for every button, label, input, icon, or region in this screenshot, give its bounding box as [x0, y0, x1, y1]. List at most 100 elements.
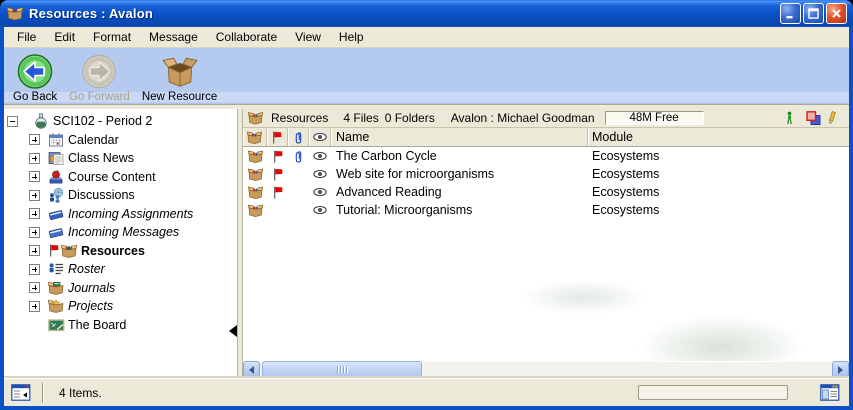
- column-name-label: Name: [336, 130, 369, 144]
- tree-item-calendar[interactable]: Calendar: [4, 131, 237, 150]
- expand-icon[interactable]: [29, 208, 40, 219]
- column-flag[interactable]: [267, 128, 288, 146]
- tree-item-resources[interactable]: Resources: [4, 242, 237, 261]
- file-module: Ecosystems: [588, 183, 849, 201]
- eye-icon[interactable]: [313, 169, 327, 179]
- minimize-button[interactable]: [780, 3, 801, 24]
- tree-item-label: Discussions: [68, 188, 135, 202]
- menu-view[interactable]: View: [286, 28, 330, 46]
- table-header-row: Name Module: [243, 128, 849, 147]
- status-separator: [42, 383, 43, 403]
- collapse-panel-arrow-icon[interactable]: [229, 325, 237, 337]
- expand-icon[interactable]: [29, 134, 40, 145]
- book-icon: [48, 206, 64, 222]
- go-back-button[interactable]: Go Back: [10, 52, 60, 104]
- file-row-carbon-cycle[interactable]: The Carbon Cycle Ecosystems: [243, 147, 849, 165]
- user-status-icon[interactable]: [785, 111, 799, 125]
- go-forward-button[interactable]: Go Forward: [66, 52, 133, 104]
- tree-item-incoming-messages[interactable]: Incoming Messages: [4, 223, 237, 242]
- expand-icon[interactable]: [29, 245, 40, 256]
- folder-info-bar: Resources 4 Files 0 Folders Avalon : Mic…: [243, 109, 849, 128]
- file-row-advanced-reading[interactable]: Advanced Reading Ecosystems: [243, 183, 849, 201]
- menu-help[interactable]: Help: [330, 28, 373, 46]
- tree-item-label: Class News: [68, 151, 134, 165]
- box-icon: [248, 186, 263, 199]
- expand-icon[interactable]: [29, 282, 40, 293]
- app-box-icon[interactable]: [7, 6, 23, 21]
- tree-item-projects[interactable]: Projects: [4, 297, 237, 316]
- box-icon: [248, 204, 263, 217]
- expand-icon[interactable]: [29, 264, 40, 275]
- column-type[interactable]: [243, 128, 267, 146]
- column-visibility[interactable]: [309, 128, 331, 146]
- course-tree-panel: SCI102 - Period 2 Calendar: [4, 109, 237, 378]
- journals-box-icon: [48, 280, 64, 296]
- menu-message[interactable]: Message: [140, 28, 207, 46]
- tree-item-label: Calendar: [68, 133, 119, 147]
- paperclip-icon: [294, 150, 303, 163]
- tree-item-discussions[interactable]: Discussions: [4, 186, 237, 205]
- toolbar: Go Back Go Forward: [4, 48, 849, 104]
- expand-icon[interactable]: [29, 190, 40, 201]
- discussion-people-icon: [48, 187, 64, 203]
- tree-item-label: Journals: [68, 281, 115, 295]
- collapse-icon[interactable]: [7, 116, 18, 127]
- horizontal-scrollbar[interactable]: [243, 361, 849, 378]
- book-icon: [48, 224, 64, 240]
- expand-icon[interactable]: [29, 153, 40, 164]
- expand-icon[interactable]: [29, 227, 40, 238]
- menu-edit[interactable]: Edit: [45, 28, 84, 46]
- go-forward-label: Go Forward: [69, 91, 130, 103]
- toggle-left-panel-icon[interactable]: [11, 384, 31, 401]
- visibility-cell: [309, 183, 331, 201]
- edit-pencil-icon[interactable]: [827, 111, 841, 125]
- flag-cell: [267, 201, 288, 219]
- maximize-button[interactable]: [803, 3, 824, 24]
- scrollbar-thumb[interactable]: [262, 361, 422, 378]
- menu-format[interactable]: Format: [84, 28, 140, 46]
- eye-icon[interactable]: [313, 151, 327, 161]
- file-row-tutorial[interactable]: Tutorial: Microorganisms Ecosystems: [243, 201, 849, 219]
- file-name: The Carbon Cycle: [331, 147, 588, 165]
- column-module[interactable]: Module: [588, 128, 849, 146]
- eye-icon[interactable]: [313, 205, 327, 215]
- box-icon: [248, 150, 263, 163]
- flag-cell: [267, 183, 288, 201]
- title-bar[interactable]: Resources : Avalon: [0, 0, 853, 27]
- tree-item-roster[interactable]: Roster: [4, 260, 237, 279]
- eye-column-icon: [313, 132, 327, 142]
- box-column-icon: [247, 131, 262, 144]
- tree-item-course-content[interactable]: Course Content: [4, 168, 237, 187]
- column-name[interactable]: Name: [331, 128, 588, 146]
- items-count-label: 4 Items.: [59, 386, 102, 400]
- column-attachment[interactable]: [288, 128, 309, 146]
- calendar-icon: [48, 132, 64, 148]
- copy-windows-icon[interactable]: [806, 111, 820, 125]
- window-title: Resources : Avalon: [29, 6, 778, 21]
- new-resource-label: New Resource: [142, 91, 217, 103]
- tree-item-course-root[interactable]: SCI102 - Period 2: [4, 112, 237, 131]
- file-row-web-site[interactable]: Web site for microorganisms Ecosystems: [243, 165, 849, 183]
- expand-icon[interactable]: [29, 171, 40, 182]
- new-resource-button[interactable]: New Resource: [139, 52, 220, 104]
- file-name: Web site for microorganisms: [331, 165, 588, 183]
- flask-icon: [33, 113, 49, 129]
- right-arrow-icon: [838, 366, 843, 374]
- menu-file[interactable]: File: [8, 28, 45, 46]
- tree-item-label: Projects: [68, 299, 113, 313]
- tree-item-class-news[interactable]: Class News: [4, 149, 237, 168]
- scroll-right-button[interactable]: [832, 361, 849, 378]
- expand-icon[interactable]: [29, 301, 40, 312]
- toggle-right-panel-icon[interactable]: [820, 384, 840, 401]
- free-space-value: 48M Free: [629, 112, 678, 124]
- close-button[interactable]: [826, 3, 847, 24]
- tree-item-journals[interactable]: Journals: [4, 279, 237, 298]
- scrollbar-track[interactable]: [260, 361, 832, 378]
- folder-box-icon: [248, 111, 263, 125]
- status-progress-field: [638, 385, 788, 400]
- scroll-left-button[interactable]: [243, 361, 260, 378]
- menu-collaborate[interactable]: Collaborate: [207, 28, 286, 46]
- eye-icon[interactable]: [313, 187, 327, 197]
- tree-item-incoming-assignments[interactable]: Incoming Assignments: [4, 205, 237, 224]
- tree-item-the-board[interactable]: The Board: [4, 316, 237, 335]
